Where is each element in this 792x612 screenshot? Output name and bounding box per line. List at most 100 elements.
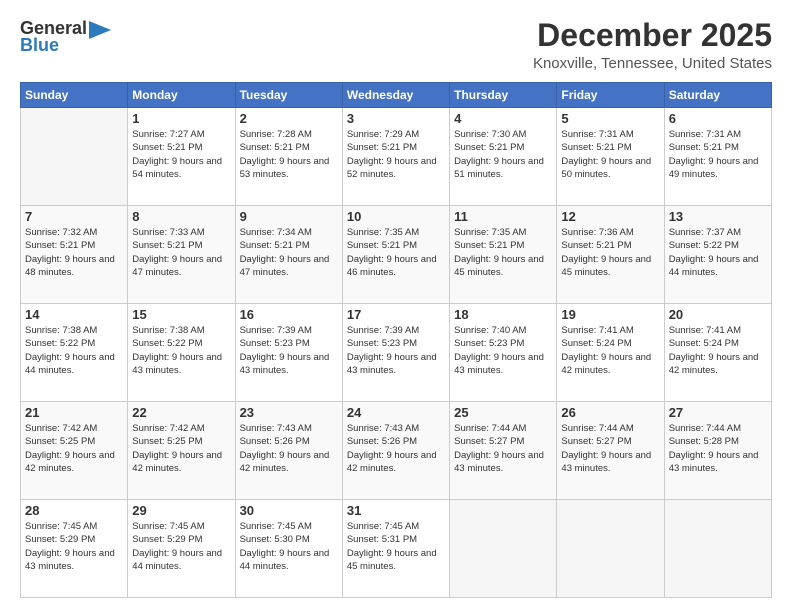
day-info: Sunrise: 7:35 AM Sunset: 5:21 PM Dayligh… [454,226,552,279]
daylight-text: Daylight: 9 hours and 43 minutes. [454,450,544,474]
day-number: 31 [347,503,445,518]
day-number: 13 [669,209,767,224]
day-info: Sunrise: 7:34 AM Sunset: 5:21 PM Dayligh… [240,226,338,279]
sunset-text: Sunset: 5:21 PM [132,240,202,251]
calendar-day-cell: 16 Sunrise: 7:39 AM Sunset: 5:23 PM Dayl… [235,304,342,402]
sunset-text: Sunset: 5:21 PM [347,142,417,153]
day-info: Sunrise: 7:28 AM Sunset: 5:21 PM Dayligh… [240,128,338,181]
day-info: Sunrise: 7:45 AM Sunset: 5:31 PM Dayligh… [347,520,445,573]
calendar-day-cell: 8 Sunrise: 7:33 AM Sunset: 5:21 PM Dayli… [128,206,235,304]
day-number: 7 [25,209,123,224]
daylight-text: Daylight: 9 hours and 47 minutes. [132,254,222,278]
calendar-day-cell: 5 Sunrise: 7:31 AM Sunset: 5:21 PM Dayli… [557,108,664,206]
sunset-text: Sunset: 5:22 PM [25,338,95,349]
calendar-day-cell: 23 Sunrise: 7:43 AM Sunset: 5:26 PM Dayl… [235,402,342,500]
day-number: 27 [669,405,767,420]
sunrise-text: Sunrise: 7:41 AM [561,325,633,336]
day-number: 18 [454,307,552,322]
calendar-day-cell [21,108,128,206]
day-number: 15 [132,307,230,322]
daylight-text: Daylight: 9 hours and 42 minutes. [25,450,115,474]
calendar-week-row: 14 Sunrise: 7:38 AM Sunset: 5:22 PM Dayl… [21,304,772,402]
sunset-text: Sunset: 5:27 PM [561,436,631,447]
day-number: 28 [25,503,123,518]
calendar-week-row: 28 Sunrise: 7:45 AM Sunset: 5:29 PM Dayl… [21,500,772,598]
calendar-day-header: Wednesday [342,83,449,108]
day-info: Sunrise: 7:45 AM Sunset: 5:30 PM Dayligh… [240,520,338,573]
calendar-day-cell: 15 Sunrise: 7:38 AM Sunset: 5:22 PM Dayl… [128,304,235,402]
calendar-day-cell: 3 Sunrise: 7:29 AM Sunset: 5:21 PM Dayli… [342,108,449,206]
sunrise-text: Sunrise: 7:42 AM [132,423,204,434]
logo-blue-text: Blue [20,35,59,56]
sunset-text: Sunset: 5:21 PM [561,142,631,153]
daylight-text: Daylight: 9 hours and 47 minutes. [240,254,330,278]
daylight-text: Daylight: 9 hours and 44 minutes. [240,548,330,572]
daylight-text: Daylight: 9 hours and 42 minutes. [669,352,759,376]
day-number: 30 [240,503,338,518]
daylight-text: Daylight: 9 hours and 49 minutes. [669,156,759,180]
day-info: Sunrise: 7:43 AM Sunset: 5:26 PM Dayligh… [347,422,445,475]
day-number: 8 [132,209,230,224]
day-number: 11 [454,209,552,224]
daylight-text: Daylight: 9 hours and 44 minutes. [25,352,115,376]
calendar-day-header: Friday [557,83,664,108]
sunset-text: Sunset: 5:21 PM [454,240,524,251]
day-info: Sunrise: 7:41 AM Sunset: 5:24 PM Dayligh… [561,324,659,377]
sunrise-text: Sunrise: 7:45 AM [347,521,419,532]
calendar-day-cell: 11 Sunrise: 7:35 AM Sunset: 5:21 PM Dayl… [450,206,557,304]
day-info: Sunrise: 7:42 AM Sunset: 5:25 PM Dayligh… [25,422,123,475]
daylight-text: Daylight: 9 hours and 43 minutes. [669,450,759,474]
sunrise-text: Sunrise: 7:44 AM [561,423,633,434]
day-info: Sunrise: 7:44 AM Sunset: 5:27 PM Dayligh… [561,422,659,475]
day-number: 3 [347,111,445,126]
calendar-day-cell: 1 Sunrise: 7:27 AM Sunset: 5:21 PM Dayli… [128,108,235,206]
calendar-day-cell: 9 Sunrise: 7:34 AM Sunset: 5:21 PM Dayli… [235,206,342,304]
calendar-week-row: 21 Sunrise: 7:42 AM Sunset: 5:25 PM Dayl… [21,402,772,500]
sunrise-text: Sunrise: 7:32 AM [25,227,97,238]
sunrise-text: Sunrise: 7:45 AM [240,521,312,532]
sunset-text: Sunset: 5:21 PM [132,142,202,153]
sunrise-text: Sunrise: 7:33 AM [132,227,204,238]
day-info: Sunrise: 7:39 AM Sunset: 5:23 PM Dayligh… [347,324,445,377]
calendar-day-cell: 17 Sunrise: 7:39 AM Sunset: 5:23 PM Dayl… [342,304,449,402]
day-info: Sunrise: 7:38 AM Sunset: 5:22 PM Dayligh… [25,324,123,377]
day-info: Sunrise: 7:44 AM Sunset: 5:28 PM Dayligh… [669,422,767,475]
sunset-text: Sunset: 5:24 PM [669,338,739,349]
daylight-text: Daylight: 9 hours and 54 minutes. [132,156,222,180]
daylight-text: Daylight: 9 hours and 42 minutes. [561,352,651,376]
sunrise-text: Sunrise: 7:29 AM [347,129,419,140]
sunset-text: Sunset: 5:23 PM [347,338,417,349]
sunset-text: Sunset: 5:29 PM [25,534,95,545]
day-info: Sunrise: 7:33 AM Sunset: 5:21 PM Dayligh… [132,226,230,279]
calendar-day-cell: 2 Sunrise: 7:28 AM Sunset: 5:21 PM Dayli… [235,108,342,206]
sunrise-text: Sunrise: 7:44 AM [669,423,741,434]
logo: General Blue [20,18,111,56]
sunrise-text: Sunrise: 7:43 AM [347,423,419,434]
sunset-text: Sunset: 5:25 PM [25,436,95,447]
day-number: 2 [240,111,338,126]
sunrise-text: Sunrise: 7:31 AM [561,129,633,140]
calendar-day-cell: 22 Sunrise: 7:42 AM Sunset: 5:25 PM Dayl… [128,402,235,500]
sunrise-text: Sunrise: 7:27 AM [132,129,204,140]
sunset-text: Sunset: 5:22 PM [669,240,739,251]
sunset-text: Sunset: 5:23 PM [454,338,524,349]
page: General Blue December 2025 Knoxville, Te… [0,0,792,612]
daylight-text: Daylight: 9 hours and 44 minutes. [669,254,759,278]
daylight-text: Daylight: 9 hours and 45 minutes. [561,254,651,278]
day-info: Sunrise: 7:42 AM Sunset: 5:25 PM Dayligh… [132,422,230,475]
day-number: 24 [347,405,445,420]
day-info: Sunrise: 7:36 AM Sunset: 5:21 PM Dayligh… [561,226,659,279]
day-number: 9 [240,209,338,224]
day-info: Sunrise: 7:31 AM Sunset: 5:21 PM Dayligh… [561,128,659,181]
daylight-text: Daylight: 9 hours and 45 minutes. [454,254,544,278]
sunrise-text: Sunrise: 7:39 AM [347,325,419,336]
calendar-day-header: Sunday [21,83,128,108]
calendar-day-cell: 25 Sunrise: 7:44 AM Sunset: 5:27 PM Dayl… [450,402,557,500]
calendar-day-cell [664,500,771,598]
day-info: Sunrise: 7:27 AM Sunset: 5:21 PM Dayligh… [132,128,230,181]
calendar-day-cell: 29 Sunrise: 7:45 AM Sunset: 5:29 PM Dayl… [128,500,235,598]
daylight-text: Daylight: 9 hours and 43 minutes. [240,352,330,376]
day-number: 20 [669,307,767,322]
sunrise-text: Sunrise: 7:38 AM [25,325,97,336]
calendar-day-cell: 19 Sunrise: 7:41 AM Sunset: 5:24 PM Dayl… [557,304,664,402]
